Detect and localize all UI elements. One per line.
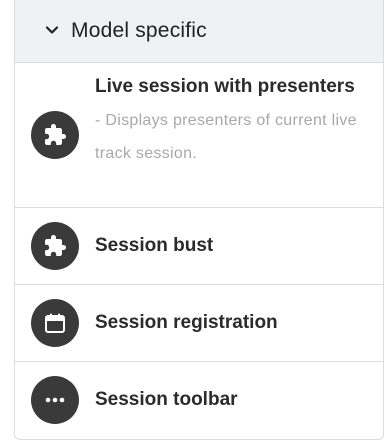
block-item-label: Session registration	[95, 312, 278, 333]
block-item-description: Displays presenters of current live trac…	[95, 112, 357, 162]
chevron-down-icon	[45, 26, 59, 34]
puzzle-piece-icon	[31, 222, 79, 270]
puzzle-piece-icon	[31, 111, 79, 159]
block-item-label: Session bust	[95, 235, 214, 256]
block-item-separator: -	[95, 112, 106, 129]
block-item-session-registration[interactable]: Session registration	[15, 285, 383, 362]
section-title: Model specific	[71, 19, 207, 42]
block-item-session-bust[interactable]: Session bust	[15, 208, 383, 285]
block-item-label: Live session with presenters	[95, 76, 355, 97]
ellipsis-icon	[31, 376, 79, 424]
section-header-model-specific[interactable]: Model specific	[15, 0, 383, 63]
block-item-label: Session toolbar	[95, 389, 238, 410]
calendar-icon	[31, 299, 79, 347]
block-item-live-session-with-presenters[interactable]: Live session with presenters - Displays …	[15, 63, 383, 208]
block-item-text: Live session with presenters - Displays …	[95, 71, 363, 170]
block-list-panel: Model specific Live session with present…	[14, 0, 384, 440]
block-item-session-toolbar[interactable]: Session toolbar	[15, 362, 383, 439]
